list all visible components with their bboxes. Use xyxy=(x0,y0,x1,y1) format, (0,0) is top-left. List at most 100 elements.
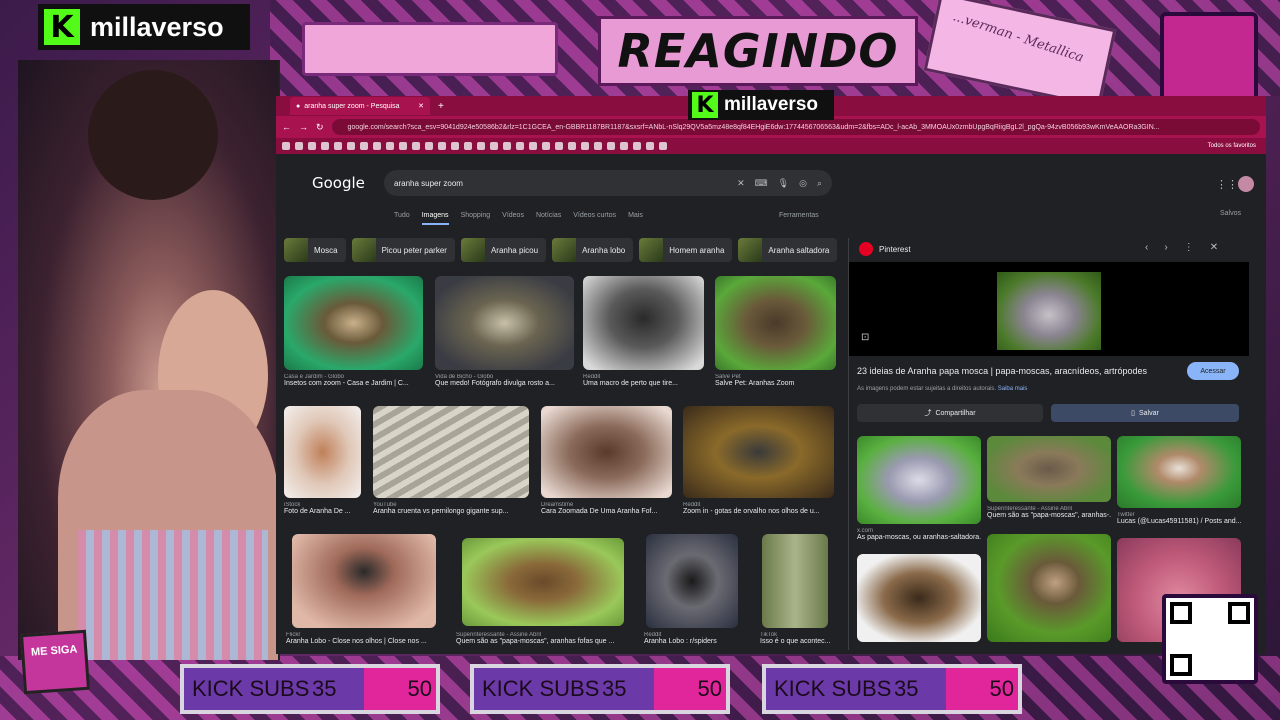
clear-icon[interactable]: ✕ xyxy=(737,178,745,189)
saved-button[interactable]: Salvos xyxy=(1220,210,1241,217)
google-logo[interactable]: Google xyxy=(312,174,365,192)
bookmark-icon[interactable] xyxy=(464,142,472,150)
browser-tab[interactable]: ● aranha super zoom - Pesquisa ✕ xyxy=(290,97,430,115)
related-image[interactable] xyxy=(857,554,981,642)
close-icon[interactable]: ✕ xyxy=(1210,242,1218,253)
result-image[interactable] xyxy=(462,538,624,626)
bookmark-icon[interactable] xyxy=(295,142,303,150)
tab-videos[interactable]: Vídeos xyxy=(502,212,524,225)
tab-shopping[interactable]: Shopping xyxy=(461,212,491,225)
chip-aranha-lobo[interactable]: Aranha lobo xyxy=(552,238,634,262)
bookmark-icon[interactable] xyxy=(477,142,485,150)
result-image[interactable] xyxy=(683,406,834,498)
url-field[interactable]: google.com/search?sca_esv=9041d924e50586… xyxy=(331,119,1260,135)
mic-icon[interactable]: 🎙 xyxy=(778,178,789,189)
panel-preview-image[interactable] xyxy=(997,272,1101,350)
tab-imagens[interactable]: Imagens xyxy=(421,212,449,225)
bookmark-icon[interactable] xyxy=(646,142,654,150)
chip-mosca[interactable]: Mosca xyxy=(284,238,346,262)
chip-homem-aranha[interactable]: Homem aranha xyxy=(639,238,733,262)
result-image[interactable] xyxy=(373,406,529,498)
new-tab-icon[interactable]: + xyxy=(438,101,444,112)
back-icon[interactable]: ← xyxy=(282,122,291,132)
result-caption[interactable]: Vida de Bicho - Globo Que medo! Fotógrafo… xyxy=(435,374,574,387)
apps-grid-icon[interactable]: ⋮⋮ xyxy=(1216,178,1238,191)
panel-title[interactable]: 23 ideias de Aranha papa mosca | papa-mo… xyxy=(857,366,1167,376)
result-caption[interactable]: Reddit Aranha Lobo : r/spiders xyxy=(644,632,744,645)
bookmark-icon[interactable] xyxy=(347,142,355,150)
result-image[interactable] xyxy=(583,276,704,370)
bookmark-icon[interactable] xyxy=(659,142,667,150)
bookmark-icon[interactable] xyxy=(490,142,498,150)
result-caption[interactable]: Superinteressante - Assine Abril Quem são… xyxy=(456,632,628,645)
result-image[interactable] xyxy=(715,276,836,370)
bookmark-icon[interactable] xyxy=(334,142,342,150)
result-caption[interactable]: Flickr Aranha Lobo - Close nos olhos | Cl… xyxy=(286,632,442,645)
related-image[interactable] xyxy=(987,534,1111,642)
bookmark-icon[interactable] xyxy=(555,142,563,150)
result-image[interactable] xyxy=(646,534,738,628)
search-input[interactable]: aranha super zoom ✕ ⌨ 🎙 ◎ ⌕ xyxy=(384,170,832,196)
bookmark-icon[interactable] xyxy=(529,142,537,150)
bookmark-icon[interactable] xyxy=(412,142,420,150)
bookmark-icon[interactable] xyxy=(620,142,628,150)
bookmark-icon[interactable] xyxy=(503,142,511,150)
learn-more-link[interactable]: Saiba mais xyxy=(998,386,1028,392)
result-caption[interactable]: iStock Foto de Aranha De ... xyxy=(284,502,361,515)
bookmark-icon[interactable] xyxy=(516,142,524,150)
lens-icon[interactable]: ◎ xyxy=(799,178,807,189)
chip-picou-peter-parker[interactable]: Picou peter parker xyxy=(351,238,455,262)
related-caption[interactable]: x.com As papa-moscas, ou aranhas-saltador… xyxy=(857,528,981,541)
related-image[interactable] xyxy=(987,436,1111,502)
previous-icon[interactable]: ‹ xyxy=(1145,242,1148,253)
related-image[interactable] xyxy=(857,436,981,524)
bookmark-icon[interactable] xyxy=(451,142,459,150)
more-options-icon[interactable]: ⋮ xyxy=(1184,242,1194,253)
share-button[interactable]: ⤴ Compartilhar xyxy=(857,404,1043,422)
result-caption[interactable]: Casa e Jardim - Globo Insetos com zoom - … xyxy=(284,374,423,387)
bookmark-icon[interactable] xyxy=(542,142,550,150)
related-image[interactable] xyxy=(1117,436,1241,508)
reload-icon[interactable]: ↻ xyxy=(316,122,324,133)
search-icon[interactable]: ⌕ xyxy=(817,178,822,189)
result-caption[interactable]: Reddit Zoom in - gotas de orvalho nos olh… xyxy=(683,502,834,515)
all-bookmarks-folder[interactable]: Todos os favoritos xyxy=(1208,143,1256,149)
forward-icon[interactable]: → xyxy=(299,122,308,132)
bookmark-icon[interactable] xyxy=(360,142,368,150)
next-icon[interactable]: › xyxy=(1164,242,1167,253)
bookmark-icon[interactable] xyxy=(308,142,316,150)
keyboard-icon[interactable]: ⌨ xyxy=(755,178,768,189)
bookmark-icon[interactable] xyxy=(399,142,407,150)
bookmark-icon[interactable] xyxy=(581,142,589,150)
result-caption[interactable]: Reddit Uma macro de perto que tire... xyxy=(583,374,704,387)
visit-button[interactable]: Acessar xyxy=(1187,362,1239,380)
tools-button[interactable]: Ferramentas xyxy=(779,212,819,219)
bookmark-icon[interactable] xyxy=(386,142,394,150)
bookmark-icon[interactable] xyxy=(425,142,433,150)
save-button[interactable]: ▯ Salvar xyxy=(1051,404,1239,422)
bookmark-icon[interactable] xyxy=(607,142,615,150)
result-image[interactable] xyxy=(292,534,436,628)
panel-source[interactable]: Pinterest xyxy=(859,242,911,256)
related-caption[interactable]: Twitter Lucas (@Lucas45911581) / Posts an… xyxy=(1117,512,1241,525)
result-image[interactable] xyxy=(435,276,574,370)
result-caption[interactable]: Salve Pet Salve Pet: Aranhas Zoom xyxy=(715,374,836,387)
bookmark-icon[interactable] xyxy=(282,142,290,150)
tab-close-icon[interactable]: ✕ xyxy=(418,102,424,110)
result-image[interactable] xyxy=(284,276,423,370)
tab-mais[interactable]: Mais xyxy=(628,212,643,225)
bookmark-icon[interactable] xyxy=(373,142,381,150)
chip-aranha-saltadora[interactable]: Aranha saltadora xyxy=(738,238,838,262)
result-caption[interactable]: TikTok Isso é o que acontec... xyxy=(760,632,840,645)
bookmark-icon[interactable] xyxy=(438,142,446,150)
result-image[interactable] xyxy=(762,534,828,628)
result-image[interactable] xyxy=(284,406,361,498)
tab-tudo[interactable]: Tudo xyxy=(394,212,410,225)
result-caption[interactable]: YouTube Aranha cruenta vs pernilongo giga… xyxy=(373,502,529,515)
account-avatar[interactable] xyxy=(1238,176,1254,192)
bookmark-icon[interactable] xyxy=(633,142,641,150)
bookmark-icon[interactable] xyxy=(594,142,602,150)
result-image[interactable] xyxy=(541,406,672,498)
result-caption[interactable]: Dreamstime Cara Zoomada De Uma Aranha Fof… xyxy=(541,502,672,515)
bookmark-icon[interactable] xyxy=(568,142,576,150)
